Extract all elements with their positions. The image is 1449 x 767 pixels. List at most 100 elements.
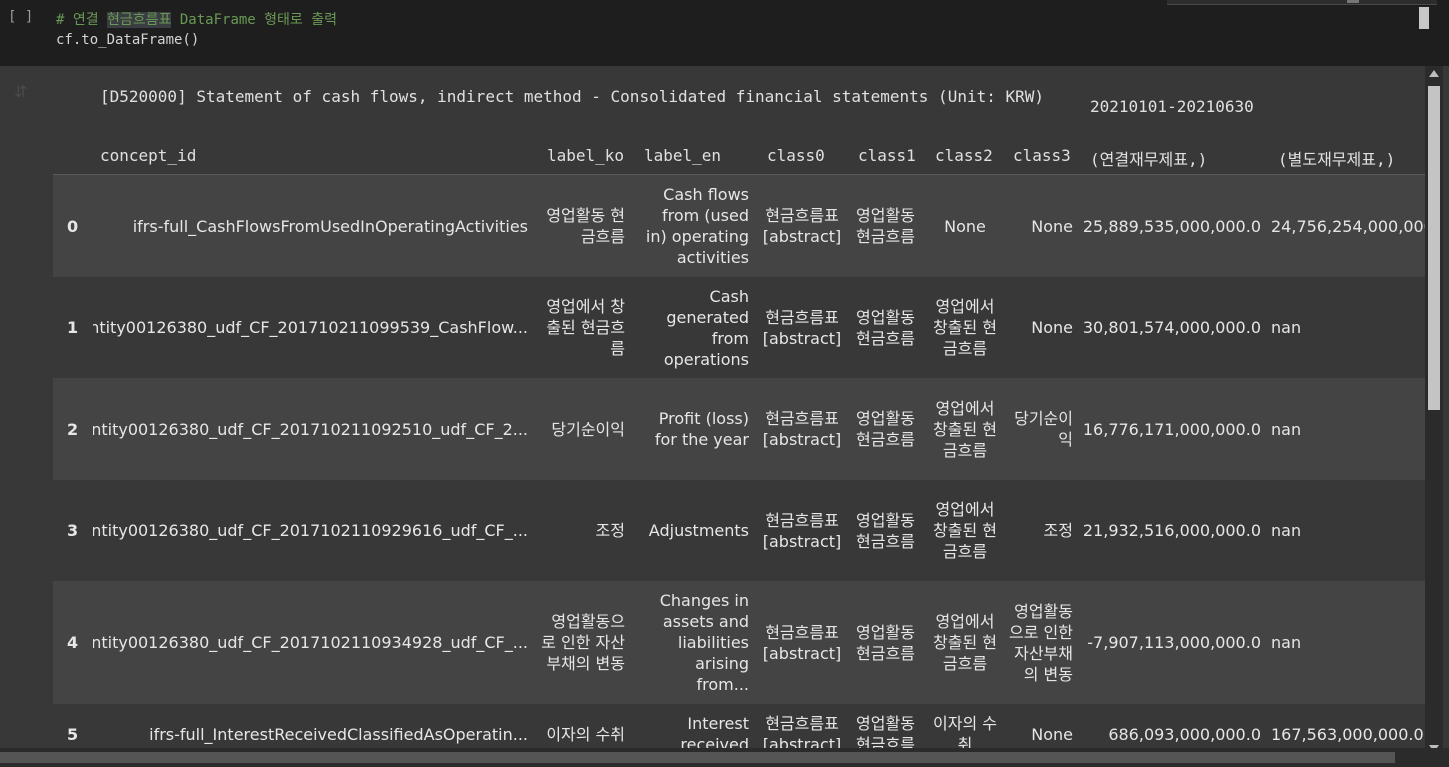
- class2-cell: 영업에서 창출된 현금흐름: [933, 480, 997, 581]
- class0-cell-text: 현금흐름표 [abstract]: [762, 206, 842, 246]
- label-ko-cell-text: 영업활동으로 인한 자산부채의 변동: [541, 612, 625, 673]
- class1-cell-text: 영업활동 현금흐름: [856, 307, 915, 348]
- class1-cell-text: 영업활동 현금흐름: [856, 622, 915, 663]
- separate-value-cell-text: 24,756,254,000,000.0: [1271, 216, 1425, 236]
- label-en-cell: Adjustments: [639, 480, 749, 581]
- header-class2: class2: [935, 146, 993, 165]
- consolidated-value-cell-text: -7,907,113,000,000.0: [1087, 633, 1261, 652]
- label-en-cell-text: Cash flows from (used in) operating acti…: [645, 185, 749, 267]
- label-ko-cell: 당기순이익: [538, 378, 625, 480]
- class2-cell-text: 영업에서 창출된 현금흐름: [933, 500, 997, 561]
- class3-cell-text: None: [1031, 216, 1073, 236]
- class3-cell-text: 영업활동으로 인한 자산부채의 변동: [1009, 601, 1073, 684]
- table-row: 4 entity00126380_udf_CF_201710211093492​8…: [53, 581, 1425, 704]
- class3-cell-text: None: [1031, 724, 1073, 744]
- row-index-text: 0: [67, 216, 79, 236]
- separate-value-cell-text: 167,563,000,000.0: [1271, 724, 1424, 744]
- consolidated-value-cell: 30,801,574,000,000.0: [1083, 277, 1261, 378]
- comment-highlight: 현금흐름표: [107, 12, 172, 28]
- concept-id-cell: entity00126380_udf_CF_201710211093492​8_…: [93, 581, 528, 704]
- scroll-up-icon[interactable]: [1429, 70, 1439, 77]
- table-row: 3 entity00126380_udf_CF_201710211092961​6…: [53, 480, 1425, 581]
- label-ko-cell-text: 당기순이익: [551, 419, 625, 439]
- label-en-cell: Cash generated from operations: [639, 277, 749, 378]
- period-header: 20210101-20210630: [1090, 97, 1254, 116]
- class3-cell-text: None: [1031, 318, 1073, 337]
- class2-cell: 영업에서 창출된 현금흐름: [933, 581, 997, 704]
- concept-id-cell: entity00126380_udf_CF_201710211092510_ud…: [93, 378, 528, 480]
- class2-cell-text: 영업에서 창출된 현금흐름: [933, 612, 997, 673]
- consolidated-value-cell: -7,907,113,000,000.0: [1083, 581, 1261, 704]
- consolidated-value-cell: 21,932,516,000,000.0: [1083, 480, 1261, 581]
- table-row: 1 entity00126380_udf_CF_201710211099539_C…: [53, 277, 1425, 378]
- separate-value-cell-text: nan: [1271, 318, 1302, 337]
- concept-id-cell-text: entity00126380_udf_CF_201710211099539_Ca…: [93, 318, 528, 337]
- table-row: 0 ifrs-full_CashFlowsFromUsedInOperatingA…: [53, 175, 1425, 277]
- label-ko-cell: 영업활동으로 인한 자산부채의 변동: [538, 581, 625, 704]
- label-ko-cell: 영업에서 창출된 현금흐름: [538, 277, 625, 378]
- consolidated-value-cell: 25,889,535,000,000.0: [1083, 175, 1261, 277]
- horizontal-scroll-thumb[interactable]: [0, 752, 1395, 763]
- concept-id-cell-text: entity00126380_udf_CF_201710211093492​8_…: [93, 633, 528, 652]
- class1-cell: 영업활동 현금흐름: [853, 175, 918, 277]
- cell-prompt[interactable]: [ ]: [8, 9, 33, 25]
- output-icon[interactable]: ⇵: [14, 82, 32, 102]
- class0-cell-text: 현금흐름표 [abstract]: [762, 409, 842, 449]
- class0-cell: 현금흐름표 [abstract]: [762, 175, 842, 277]
- label-en-cell-text: Adjustments: [648, 521, 749, 540]
- class0-cell: 현금흐름표 [abstract]: [762, 480, 842, 581]
- label-ko-cell-text: 이자의 수취: [546, 724, 625, 744]
- label-ko-cell-text: 영업활동 현금흐름: [546, 206, 625, 246]
- header-class1: class1: [858, 146, 916, 165]
- class2-cell: 영업에서 창출된 현금흐름: [933, 277, 997, 378]
- label-ko-cell: 조정: [538, 480, 625, 581]
- row-index-text: 2: [67, 419, 79, 439]
- label-en-cell: Cash flows from (used in) operating acti…: [639, 175, 749, 277]
- vertical-scroll-thumb[interactable]: [1428, 86, 1440, 410]
- consolidated-value-cell-text: 16,776,171,000,000.0: [1082, 419, 1261, 439]
- class1-cell: 영업활동 현금흐름: [853, 480, 918, 581]
- label-en-cell: Profit (loss) for the year: [639, 378, 749, 480]
- class2-cell-text: 영업에서 창출된 현금흐름: [933, 297, 997, 358]
- concept-id-cell-text: ifrs-full_InterestReceivedClassifiedAsOp…: [149, 724, 528, 744]
- class2-cell: 영업에서 창출된 현금흐름: [933, 378, 997, 480]
- class3-cell: 영업활동으로 인한 자산부채의 변동: [1008, 581, 1073, 704]
- row-index-text: 1: [67, 318, 79, 337]
- header-class0: class0: [767, 146, 825, 165]
- separate-value-cell-text: nan: [1271, 419, 1302, 439]
- concept-id-cell: entity00126380_udf_CF_201710211099539_Ca…: [93, 277, 528, 378]
- comment-suffix: DataFrame 형태로 출력: [171, 12, 337, 28]
- label-en-cell-text: Cash generated from operations: [663, 286, 749, 369]
- consolidated-value-cell-text: 686,093,000,000.0: [1108, 724, 1261, 744]
- output-vertical-scrollbar[interactable]: [1425, 66, 1443, 756]
- separate-value-cell: nan: [1271, 581, 1425, 704]
- consolidated-value-cell: 16,776,171,000,000.0: [1083, 378, 1261, 480]
- separate-value-cell: nan: [1271, 378, 1425, 480]
- concept-id-cell-text: ifrs-full_CashFlowsFromUsedInOperatingAc…: [132, 216, 528, 236]
- class1-cell-text: 영업활동 현금흐름: [856, 510, 915, 551]
- concept-id-cell: ifrs-full_CashFlowsFromUsedInOperatingAc…: [93, 175, 528, 277]
- consolidated-value-cell-text: 30,801,574,000,000.0: [1082, 318, 1261, 337]
- separate-value-cell-text: nan: [1271, 633, 1302, 652]
- header-concept-id: concept_id: [100, 146, 197, 165]
- class1-cell: 영업활동 현금흐름: [853, 277, 918, 378]
- find-widget-tab[interactable]: [1167, 0, 1437, 5]
- class0-cell-text: 현금흐름표 [abstract]: [762, 510, 842, 551]
- separate-value-cell: nan: [1271, 480, 1425, 581]
- table-title: [D520000] Statement of cash flows, indir…: [100, 87, 1045, 106]
- header-label-en: label_en: [644, 146, 722, 165]
- horizontal-scrollbar[interactable]: [0, 748, 1449, 767]
- separate-value-cell-text: nan: [1271, 521, 1302, 540]
- class1-cell-text: 영업활동 현금흐름: [856, 206, 915, 246]
- class2-cell-text: 영업에서 창출된 현금흐름: [933, 398, 997, 460]
- consolidated-value-cell-text: 21,932,516,000,000.0: [1082, 521, 1261, 540]
- label-ko-cell: 영업활동 현금흐름: [538, 175, 625, 277]
- class3-cell-text: 조정: [1043, 521, 1073, 540]
- code-cell[interactable]: [ ] # 연결 현금흐름표 DataFrame 형태로 출력 cf.to_Da…: [0, 0, 1449, 66]
- code-scrollbar[interactable]: [1419, 7, 1429, 29]
- row-index-text: 3: [67, 521, 79, 540]
- class0-cell: 현금흐름표 [abstract]: [763, 277, 842, 378]
- class3-cell-text: 당기순이익: [1014, 409, 1073, 449]
- label-ko-cell-text: 조정: [595, 521, 625, 540]
- class2-cell: None: [933, 175, 997, 277]
